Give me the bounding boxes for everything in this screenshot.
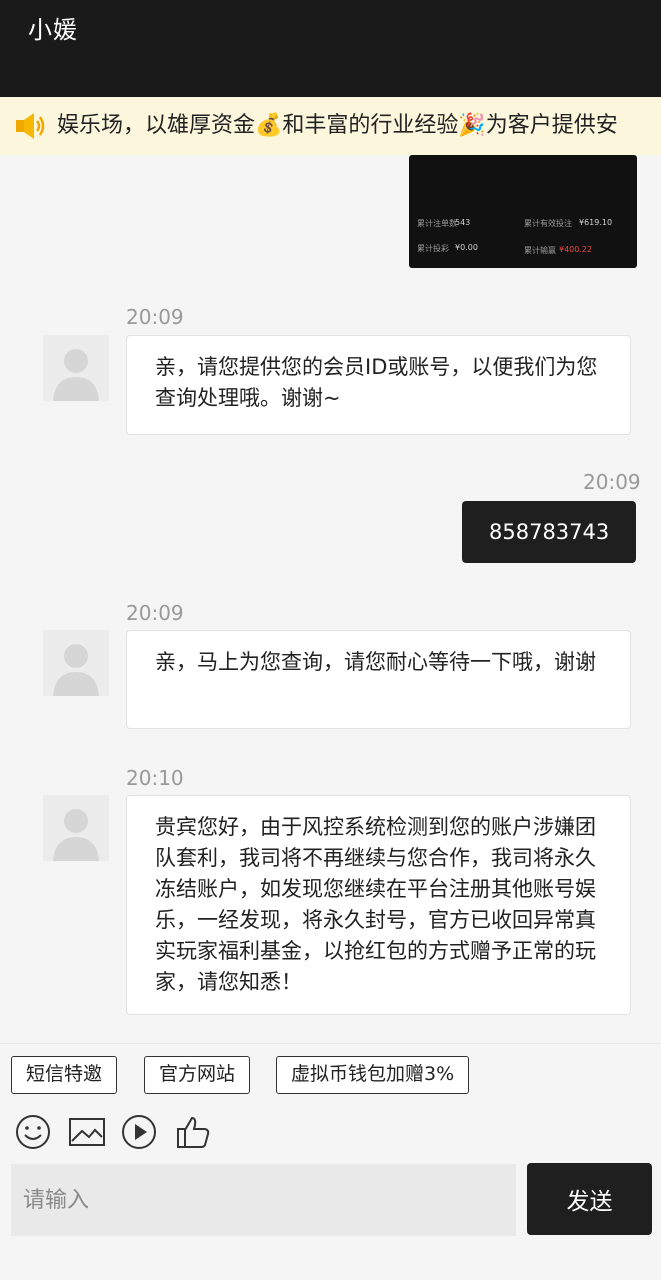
stat-label: 累计注单数 [417, 219, 457, 228]
message-time: 20:10 [126, 766, 184, 790]
message-bubble: 亲，马上为您查询，请您耐心等待一下哦，谢谢 [126, 630, 631, 729]
send-button[interactable]: 发送 [527, 1163, 652, 1235]
message-time: 20:09 [583, 470, 641, 494]
chat-header: 小媛 [0, 0, 661, 97]
notice-banner: 娱乐场，以雄厚资金💰和丰富的行业经验🎉为客户提供安 [0, 97, 661, 155]
message-input[interactable] [11, 1164, 516, 1236]
quick-reply-bar: 短信特邀 官方网站 虚拟币钱包加赠3% [0, 1043, 661, 1103]
stat-value: ¥619.10 [579, 218, 613, 227]
stat-label: 累计有效投注 [524, 219, 572, 228]
stat-value: ¥0.00 [455, 243, 478, 252]
message-time: 20:09 [126, 601, 184, 625]
message-bubble: 贵宾您好，由于风控系统检测到您的账户涉嫌团队套利，我司将不再继续与您合作，我司将… [126, 795, 631, 1015]
image-message[interactable]: 累计注单数 543 累计有效投注 ¥619.10 累计投彩 ¥0.00 累计输赢… [409, 155, 637, 268]
image-icon[interactable] [67, 1113, 107, 1151]
quick-button-crypto-bonus[interactable]: 虚拟币钱包加赠3% [276, 1056, 470, 1094]
input-bar: 发送 [0, 1161, 661, 1280]
avatar [43, 335, 109, 401]
stat-label: 累计投彩 [417, 244, 449, 253]
play-icon[interactable] [120, 1113, 158, 1151]
quick-button-official-site[interactable]: 官方网站 [144, 1056, 251, 1094]
message-time: 20:09 [126, 305, 184, 329]
speaker-icon [16, 113, 45, 139]
avatar [43, 630, 109, 696]
smile-icon[interactable] [14, 1113, 52, 1151]
agent-name: 小媛 [28, 16, 78, 44]
message-bubble: 亲，请您提供您的会员ID或账号，以便我们为您查询处理哦。谢谢~ [126, 335, 631, 435]
stat-value: 543 [455, 218, 471, 227]
input-toolbar [0, 1103, 661, 1161]
quick-button-sms-invite[interactable]: 短信特邀 [11, 1056, 118, 1094]
stat-label: 累计输赢 [524, 246, 556, 255]
thumbs-up-icon[interactable] [174, 1113, 212, 1151]
stat-value: ¥400.22 [559, 245, 593, 254]
avatar [43, 795, 109, 861]
chat-messages[interactable]: 累计注单数 543 累计有效投注 ¥619.10 累计投彩 ¥0.00 累计输赢… [0, 155, 661, 1043]
message-bubble-outgoing: 858783743 [462, 501, 637, 563]
notice-text: 娱乐场，以雄厚资金💰和丰富的行业经验🎉为客户提供安 [57, 113, 618, 138]
